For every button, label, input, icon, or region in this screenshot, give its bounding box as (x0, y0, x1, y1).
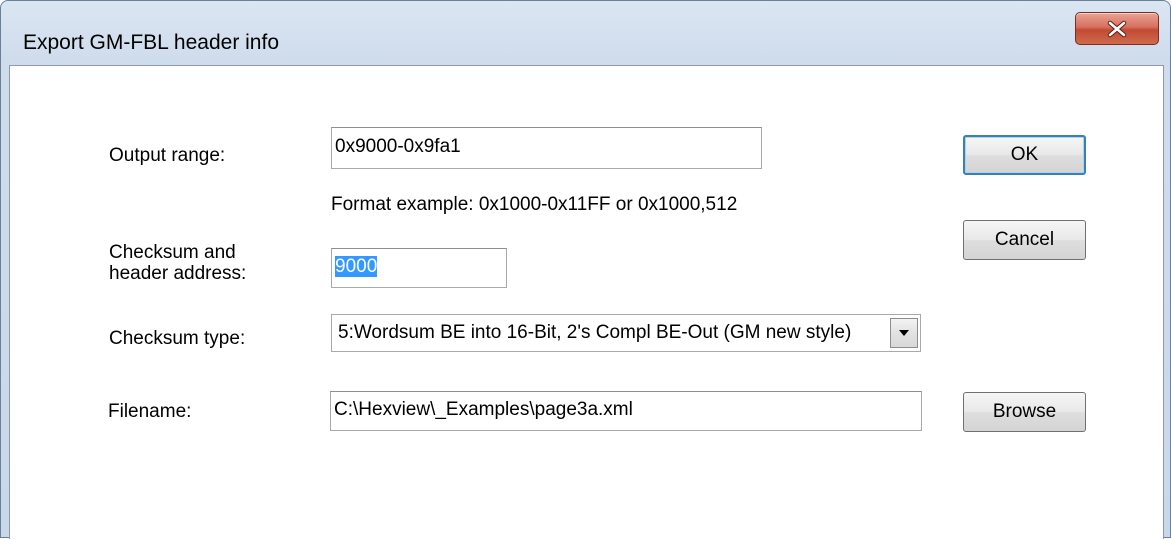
browse-button[interactable]: Browse (963, 392, 1086, 432)
checksum-address-value: 9000 (335, 256, 378, 277)
filename-label: Filename: (108, 401, 192, 422)
dropdown-button[interactable] (890, 318, 918, 348)
output-range-label: Output range: (109, 145, 226, 166)
format-example-text: Format example: 0x1000-0x11FF or 0x1000,… (331, 194, 738, 215)
checksum-address-input[interactable]: 9000 (331, 248, 507, 288)
ok-button[interactable]: OK (963, 135, 1086, 175)
output-range-input[interactable]: 0x9000-0x9fa1 (331, 127, 762, 169)
checksum-type-select[interactable]: 5:Wordsum BE into 16-Bit, 2's Compl BE-O… (331, 314, 921, 352)
checksum-type-value: 5:Wordsum BE into 16-Bit, 2's Compl BE-O… (338, 322, 852, 343)
window-title: Export GM-FBL header info (23, 31, 279, 54)
chevron-down-icon (899, 330, 909, 336)
checksum-type-label: Checksum type: (109, 328, 246, 349)
checksum-address-label-line1: Checksum and (109, 242, 236, 263)
cancel-button[interactable]: Cancel (963, 220, 1086, 260)
dialog-window: Export GM-FBL header info Output range: … (0, 0, 1171, 539)
filename-input[interactable]: C:\Hexview\_Examples\page3a.xml (330, 391, 922, 431)
title-bar[interactable]: Export GM-FBL header info (1, 1, 1170, 65)
close-button[interactable] (1075, 12, 1159, 45)
checksum-address-label-line2: header address: (109, 263, 247, 284)
close-icon (1107, 20, 1127, 37)
